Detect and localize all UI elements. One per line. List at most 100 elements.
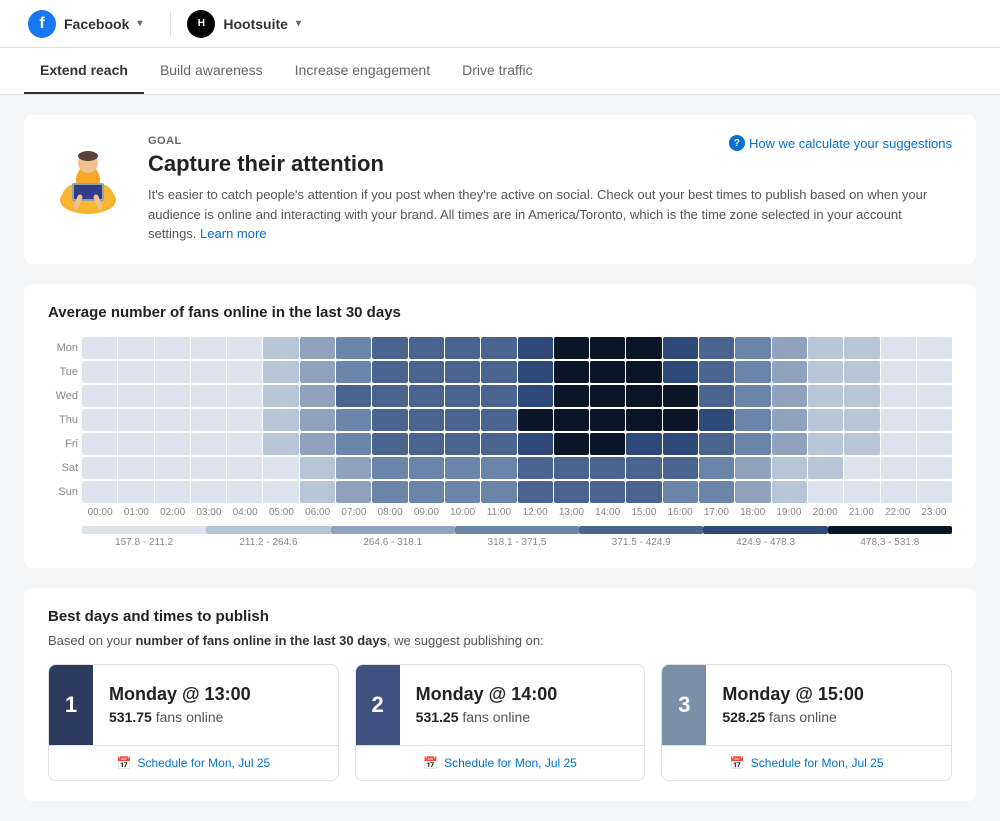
heatmap-cell[interactable] — [917, 457, 952, 479]
schedule-button[interactable]: 📅Schedule for Mon, Jul 25 — [662, 745, 951, 780]
heatmap-cell[interactable] — [844, 385, 879, 407]
heatmap-cell[interactable] — [227, 409, 262, 431]
tab-extend-reach[interactable]: Extend reach — [24, 48, 144, 94]
heatmap-cell[interactable] — [881, 481, 916, 503]
heatmap-cell[interactable] — [917, 385, 952, 407]
heatmap-cell[interactable] — [881, 385, 916, 407]
heatmap-cell[interactable] — [772, 337, 807, 359]
heatmap-cell[interactable] — [82, 337, 117, 359]
tab-drive-traffic[interactable]: Drive traffic — [446, 48, 549, 94]
heatmap-cell[interactable] — [663, 361, 698, 383]
heatmap-cell[interactable] — [590, 385, 625, 407]
heatmap-cell[interactable] — [409, 409, 444, 431]
heatmap-cell[interactable] — [518, 385, 553, 407]
heatmap-cell[interactable] — [82, 481, 117, 503]
heatmap-cell[interactable] — [772, 385, 807, 407]
heatmap-cell[interactable] — [300, 481, 335, 503]
heatmap-cell[interactable] — [481, 457, 516, 479]
heatmap-cell[interactable] — [772, 433, 807, 455]
heatmap-cell[interactable] — [336, 481, 371, 503]
heatmap-cell[interactable] — [263, 457, 298, 479]
heatmap-cell[interactable] — [227, 457, 262, 479]
heatmap-cell[interactable] — [263, 433, 298, 455]
heatmap-cell[interactable] — [227, 481, 262, 503]
heatmap-cell[interactable] — [409, 337, 444, 359]
schedule-button[interactable]: 📅Schedule for Mon, Jul 25 — [356, 745, 645, 780]
heatmap-cell[interactable] — [663, 457, 698, 479]
heatmap-cell[interactable] — [300, 433, 335, 455]
heatmap-cell[interactable] — [336, 337, 371, 359]
heatmap-cell[interactable] — [663, 481, 698, 503]
heatmap-cell[interactable] — [881, 433, 916, 455]
heatmap-cell[interactable] — [409, 385, 444, 407]
heatmap-cell[interactable] — [445, 385, 480, 407]
heatmap-cell[interactable] — [518, 433, 553, 455]
heatmap-cell[interactable] — [590, 361, 625, 383]
how-calc-link[interactable]: ? How we calculate your suggestions — [729, 135, 952, 151]
heatmap-cell[interactable] — [191, 361, 226, 383]
heatmap-cell[interactable] — [372, 409, 407, 431]
heatmap-cell[interactable] — [82, 409, 117, 431]
heatmap-cell[interactable] — [118, 385, 153, 407]
heatmap-cell[interactable] — [336, 433, 371, 455]
heatmap-cell[interactable] — [445, 457, 480, 479]
heatmap-cell[interactable] — [626, 481, 661, 503]
heatmap-cell[interactable] — [735, 481, 770, 503]
facebook-brand[interactable]: f Facebook ▾ — [16, 2, 154, 46]
heatmap-cell[interactable] — [663, 385, 698, 407]
heatmap-cell[interactable] — [699, 409, 734, 431]
heatmap-cell[interactable] — [917, 337, 952, 359]
heatmap-cell[interactable] — [626, 457, 661, 479]
heatmap-cell[interactable] — [663, 409, 698, 431]
heatmap-cell[interactable] — [554, 481, 589, 503]
heatmap-cell[interactable] — [372, 337, 407, 359]
heatmap-cell[interactable] — [772, 361, 807, 383]
heatmap-cell[interactable] — [699, 337, 734, 359]
heatmap-cell[interactable] — [554, 337, 589, 359]
heatmap-cell[interactable] — [82, 361, 117, 383]
heatmap-cell[interactable] — [699, 361, 734, 383]
heatmap-cell[interactable] — [481, 361, 516, 383]
heatmap-cell[interactable] — [336, 409, 371, 431]
heatmap-cell[interactable] — [155, 337, 190, 359]
heatmap-cell[interactable] — [699, 481, 734, 503]
heatmap-cell[interactable] — [227, 433, 262, 455]
heatmap-cell[interactable] — [445, 337, 480, 359]
heatmap-cell[interactable] — [518, 409, 553, 431]
heatmap-cell[interactable] — [82, 385, 117, 407]
heatmap-cell[interactable] — [844, 433, 879, 455]
heatmap-cell[interactable] — [735, 385, 770, 407]
heatmap-cell[interactable] — [554, 433, 589, 455]
heatmap-cell[interactable] — [881, 337, 916, 359]
heatmap-cell[interactable] — [518, 457, 553, 479]
heatmap-cell[interactable] — [844, 481, 879, 503]
heatmap-cell[interactable] — [227, 337, 262, 359]
heatmap-cell[interactable] — [590, 433, 625, 455]
heatmap-cell[interactable] — [844, 361, 879, 383]
heatmap-cell[interactable] — [372, 385, 407, 407]
heatmap-cell[interactable] — [881, 361, 916, 383]
heatmap-cell[interactable] — [844, 409, 879, 431]
heatmap-cell[interactable] — [481, 337, 516, 359]
heatmap-cell[interactable] — [735, 433, 770, 455]
heatmap-cell[interactable] — [808, 409, 843, 431]
heatmap-cell[interactable] — [227, 385, 262, 407]
heatmap-cell[interactable] — [917, 433, 952, 455]
heatmap-cell[interactable] — [372, 457, 407, 479]
heatmap-cell[interactable] — [881, 409, 916, 431]
heatmap-cell[interactable] — [445, 409, 480, 431]
heatmap-cell[interactable] — [481, 409, 516, 431]
heatmap-cell[interactable] — [263, 361, 298, 383]
heatmap-cell[interactable] — [735, 337, 770, 359]
heatmap-cell[interactable] — [191, 337, 226, 359]
heatmap-cell[interactable] — [626, 433, 661, 455]
heatmap-cell[interactable] — [626, 409, 661, 431]
heatmap-cell[interactable] — [518, 361, 553, 383]
heatmap-cell[interactable] — [735, 409, 770, 431]
tab-build-awareness[interactable]: Build awareness — [144, 48, 279, 94]
heatmap-cell[interactable] — [155, 361, 190, 383]
heatmap-cell[interactable] — [263, 337, 298, 359]
heatmap-cell[interactable] — [445, 433, 480, 455]
heatmap-cell[interactable] — [336, 361, 371, 383]
heatmap-cell[interactable] — [118, 409, 153, 431]
